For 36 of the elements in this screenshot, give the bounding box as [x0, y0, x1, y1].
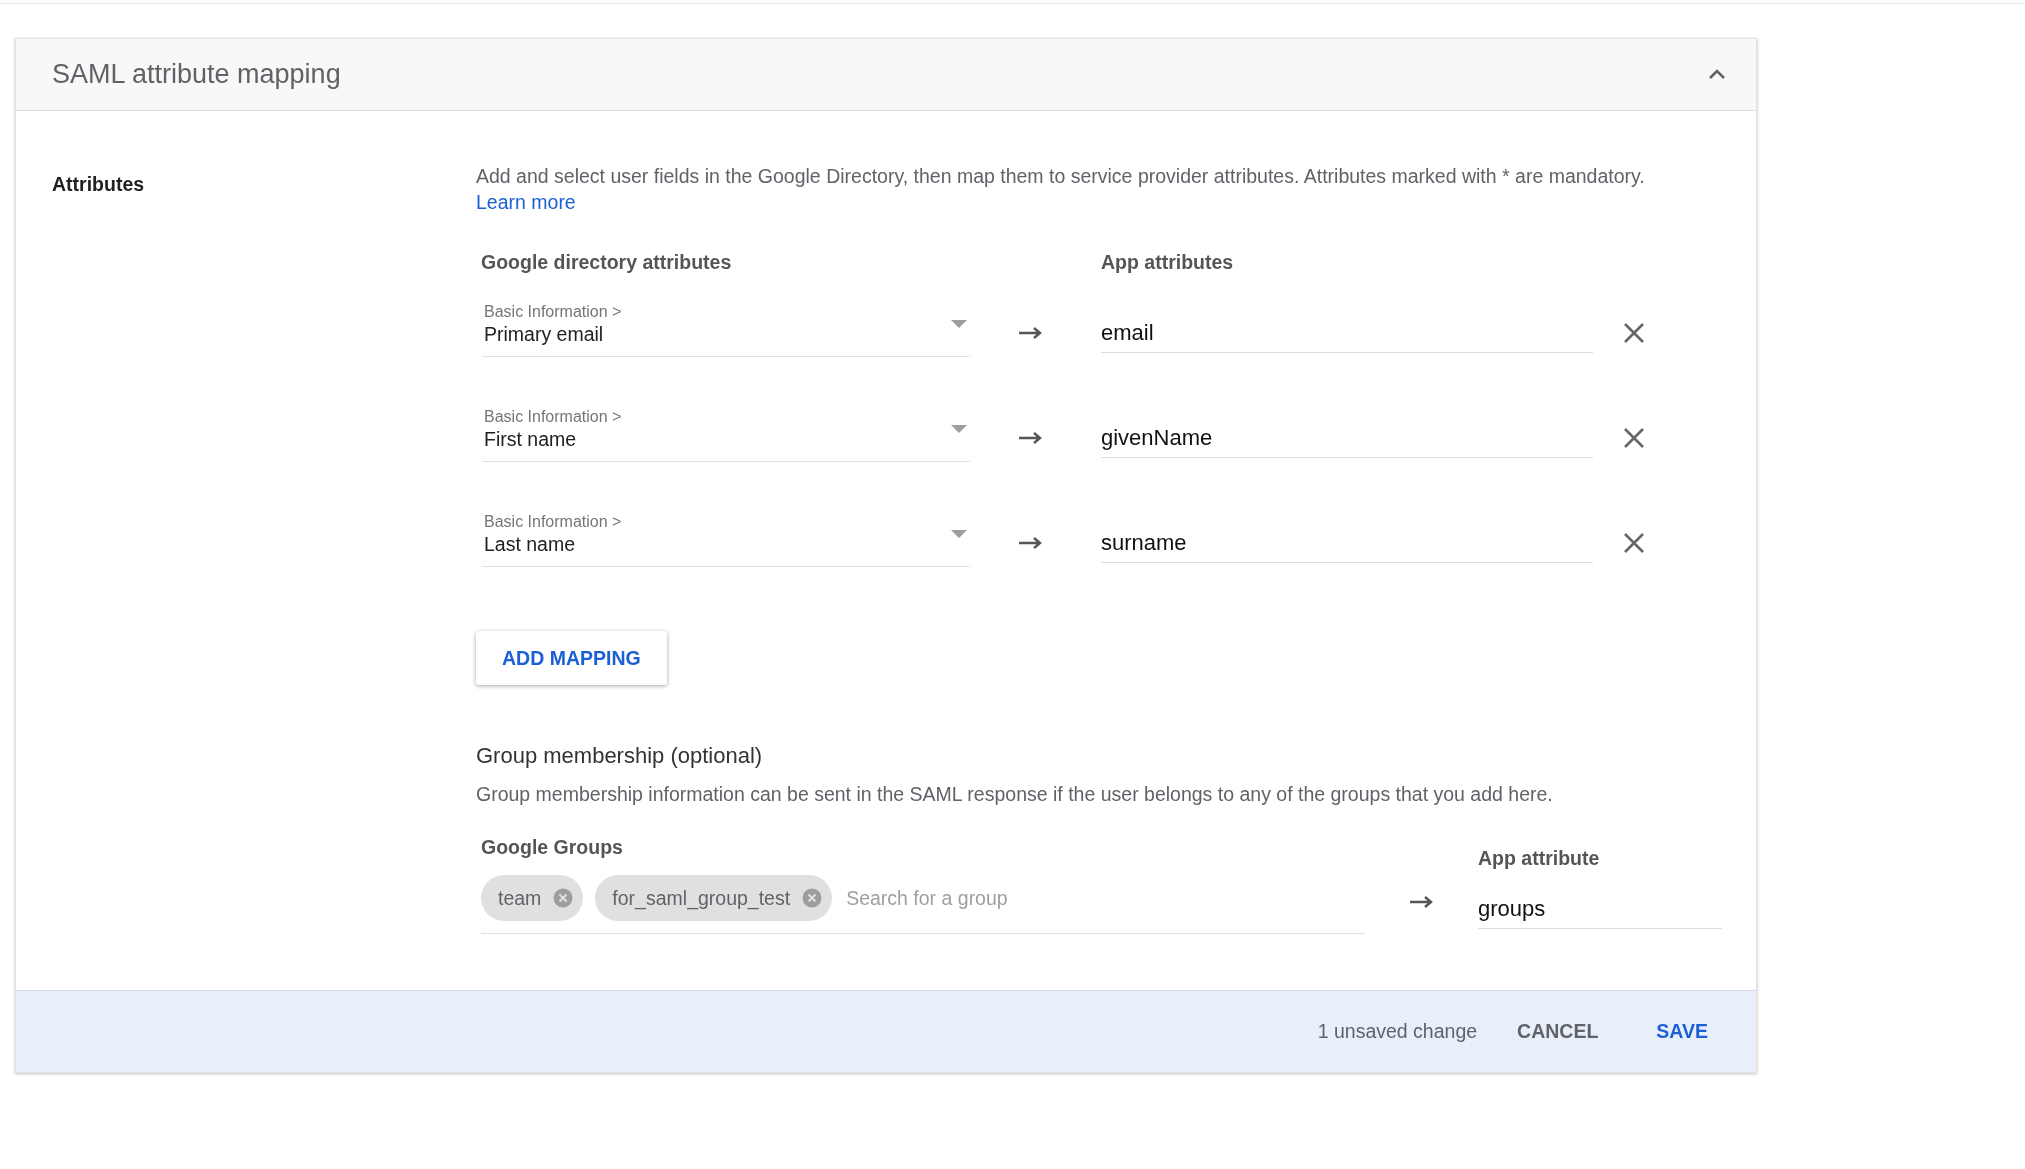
arrow-icon — [1019, 326, 1043, 339]
app-attribute-field[interactable]: surname — [1101, 522, 1593, 563]
google-groups-label: Google Groups — [481, 836, 624, 859]
app-attribute-field[interactable]: groups — [1478, 886, 1722, 929]
attributes-description: Add and select user fields in the Google Directory, then map them to service provider attributes. Attributes marked with * are mandatory. Learn more — [476, 164, 1646, 215]
learn-more-link[interactable]: Learn more — [476, 191, 576, 213]
close-icon[interactable] — [1623, 531, 1645, 554]
close-icon[interactable] — [1623, 426, 1645, 449]
group-membership-description: Group membership information can be sent in the SAML response if the user belongs to any of the groups that you add here. — [476, 783, 1554, 806]
section-header[interactable]: SAML attribute mapping — [16, 39, 1756, 111]
section-title: SAML attribute mapping — [52, 59, 341, 90]
arrow-icon — [1019, 536, 1043, 549]
group-chip[interactable]: team — [481, 875, 584, 921]
group-search-field[interactable]: Search for a group — [844, 885, 1365, 911]
app-attribute-label: App attribute — [1478, 847, 1601, 870]
arrow-icon — [1019, 431, 1043, 444]
chevron-icon[interactable] — [1708, 69, 1726, 80]
caret-icon — [951, 425, 967, 433]
caret-icon — [951, 530, 967, 538]
add-mapping-button[interactable]: ADD MAPPING — [476, 631, 667, 685]
close-icon[interactable] — [1623, 321, 1645, 344]
attribute-dropdown[interactable]: Basic Information > First name — [481, 407, 971, 462]
caret-icon — [951, 320, 967, 328]
cancel-button[interactable]: CANCEL — [1495, 1008, 1621, 1055]
arrow-icon — [1409, 896, 1434, 908]
app-attribute-field[interactable]: email — [1101, 312, 1593, 353]
attribute-dropdown[interactable]: Basic Information > Primary email — [481, 302, 971, 357]
column-heading: Google directory attributes — [481, 251, 733, 274]
app-attribute-field[interactable]: givenName — [1101, 417, 1593, 458]
unsaved-status: 1 unsaved change — [1317, 1020, 1478, 1043]
group-membership-heading: Group membership (optional) — [476, 743, 764, 769]
attribute-dropdown[interactable]: Basic Information > Last name — [481, 512, 971, 567]
column-heading: App attributes — [1101, 251, 1235, 274]
group-chip[interactable]: for_saml_group_test — [595, 875, 833, 921]
save-button[interactable]: SAVE — [1634, 1008, 1730, 1055]
attributes-label: Attributes — [51, 173, 146, 196]
